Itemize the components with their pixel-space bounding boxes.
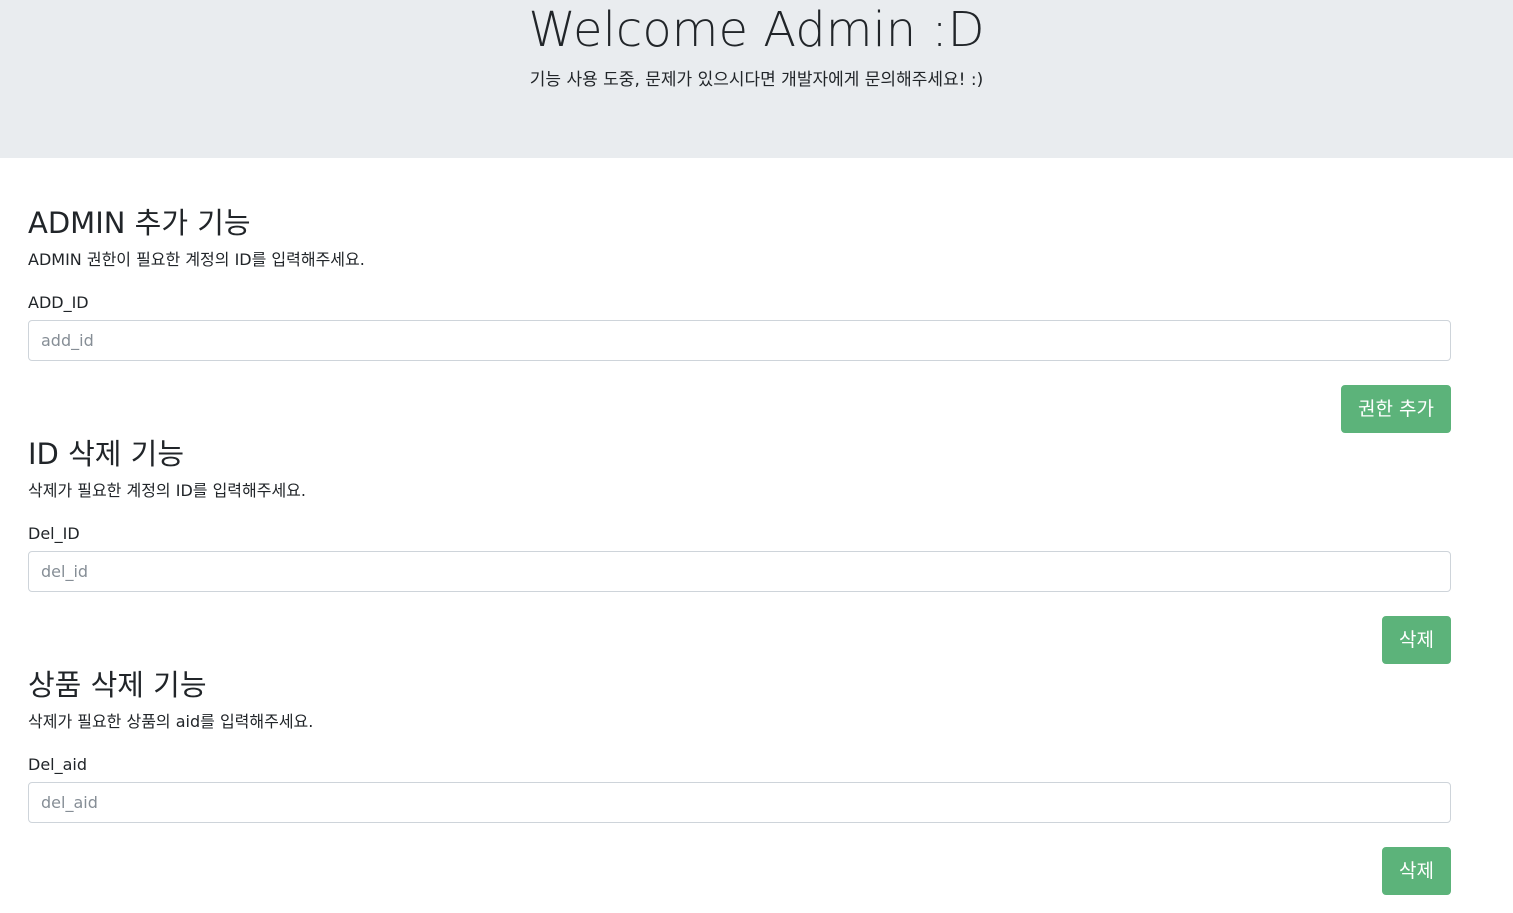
admin-add-heading: ADMIN 추가 기능 bbox=[28, 206, 251, 240]
page-title: Welcome Admin :D bbox=[528, 2, 985, 58]
admin-add-description: ADMIN 권한이 필요한 계정의 ID를 입력해주세요. bbox=[28, 250, 365, 269]
welcome-header: Welcome Admin :D 기능 사용 도중, 문제가 있으시다면 개발자… bbox=[0, 0, 1513, 158]
product-delete-description: 삭제가 필요한 상품의 aid를 입력해주세요. bbox=[28, 712, 314, 731]
id-delete-heading: ID 삭제 기능 bbox=[28, 437, 185, 471]
page-subtitle: 기능 사용 도중, 문제가 있으시다면 개발자에게 문의해주세요! :) bbox=[529, 70, 984, 90]
add-permission-button[interactable]: 권한 추가 bbox=[1341, 385, 1451, 433]
id-delete-description: 삭제가 필요한 계정의 ID를 입력해주세요. bbox=[28, 481, 306, 500]
add-id-input[interactable] bbox=[28, 320, 1451, 361]
del-id-input[interactable] bbox=[28, 551, 1451, 592]
del-aid-input[interactable] bbox=[28, 782, 1451, 823]
del-aid-label: Del_aid bbox=[28, 755, 88, 774]
delete-id-button[interactable]: 삭제 bbox=[1382, 616, 1451, 664]
add-id-label: ADD_ID bbox=[28, 293, 89, 312]
product-delete-heading: 상품 삭제 기능 bbox=[28, 668, 207, 702]
del-id-label: Del_ID bbox=[28, 524, 80, 543]
delete-product-button[interactable]: 삭제 bbox=[1382, 847, 1451, 895]
